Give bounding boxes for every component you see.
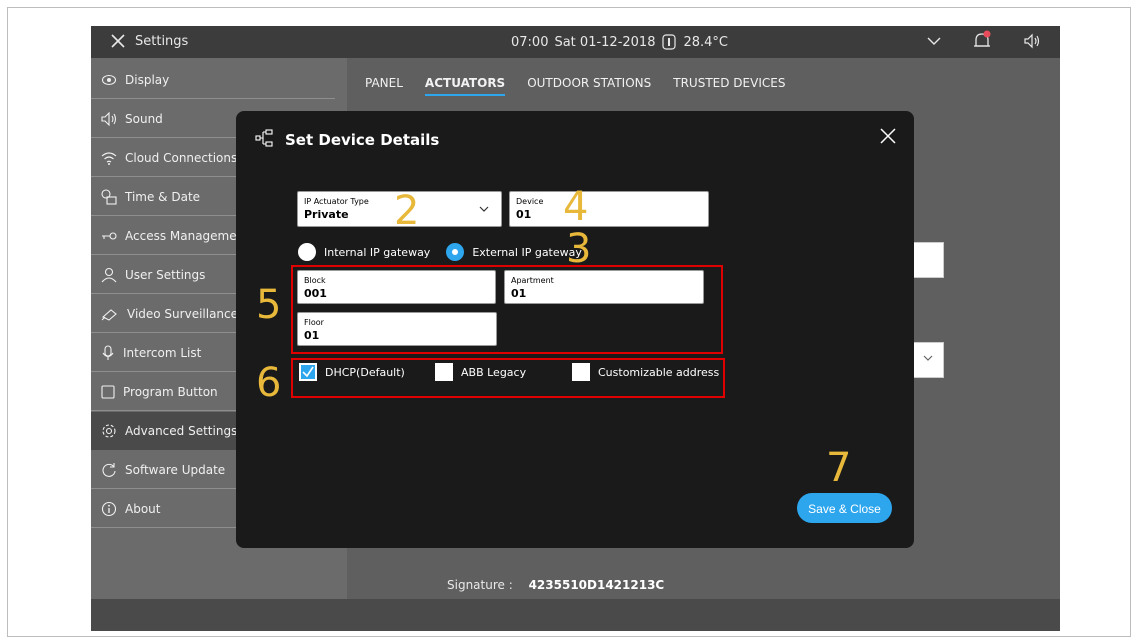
status-date: Sat 01-12-2018 xyxy=(554,34,656,50)
chevron-down-icon[interactable] xyxy=(927,35,941,47)
field-value: Private xyxy=(304,208,349,221)
close-icon[interactable] xyxy=(109,32,127,50)
annotation-number: 6 xyxy=(256,360,282,406)
checkbox-label: Customizable address xyxy=(598,365,720,379)
status-center: 07:00 Sat 01-12-2018 28.4°C xyxy=(511,34,728,50)
sidebar-item-label: Software Update xyxy=(125,462,226,477)
checkbox[interactable] xyxy=(299,363,317,381)
field-value: 001 xyxy=(304,287,327,300)
sidebar-item-label: Program Button xyxy=(123,384,218,399)
checkbox-customizable-address[interactable]: Customizable address xyxy=(572,363,719,381)
field-label: Device xyxy=(516,197,544,206)
checkmark-icon xyxy=(302,366,314,378)
checkbox-abb-legacy[interactable]: ABB Legacy xyxy=(435,363,526,381)
field-value: 01 xyxy=(304,329,320,342)
dialog-title: Set Device Details xyxy=(285,131,440,149)
microphone-icon xyxy=(102,344,114,360)
network-tree-icon xyxy=(255,129,273,147)
refresh-icon xyxy=(102,462,116,477)
radio-label: Internal IP gateway xyxy=(324,245,431,259)
field-label: Block xyxy=(304,276,326,285)
signature-value: 4235510D1421213C xyxy=(528,578,665,592)
bottom-bar xyxy=(91,599,1060,631)
checkbox-label: DHCP(Default) xyxy=(325,365,405,379)
checkbox[interactable] xyxy=(572,363,590,381)
camera-icon xyxy=(101,308,117,321)
status-temperature: 28.4°C xyxy=(683,34,728,50)
annotation-number: 4 xyxy=(563,184,589,230)
key-icon xyxy=(102,231,117,240)
tab-bar: PANEL ACTUATORS OUTDOOR STATIONS TRUSTED… xyxy=(365,76,785,96)
tab-actuators[interactable]: ACTUATORS xyxy=(424,76,506,96)
chevron-down-icon xyxy=(923,355,933,361)
device-field[interactable]: Device 01 xyxy=(509,191,709,227)
annotation-number: 3 xyxy=(566,226,592,272)
user-icon xyxy=(101,267,117,282)
wifi-icon xyxy=(101,151,117,165)
field-value: 01 xyxy=(516,208,532,221)
speaker-icon xyxy=(101,111,117,126)
signature-row: Signature : 4235510D1421213C xyxy=(447,578,664,592)
set-device-details-dialog: Set Device Details IP Actuator Type Priv… xyxy=(236,111,914,548)
background-select xyxy=(912,342,944,378)
clock-icon xyxy=(101,188,117,205)
sidebar-item-label: About xyxy=(125,501,161,516)
tab-trusted-devices[interactable]: TRUSTED DEVICES xyxy=(673,76,785,96)
floor-field[interactable]: Floor 01 xyxy=(297,312,497,346)
sidebar-item-label: User Settings xyxy=(125,267,206,282)
checkbox-dhcp[interactable]: DHCP(Default) xyxy=(299,363,405,381)
field-value: 01 xyxy=(511,287,527,300)
checkbox-label: ABB Legacy xyxy=(461,365,527,379)
block-field[interactable]: Block 001 xyxy=(297,270,496,304)
sidebar-item-label: Advanced Settings xyxy=(125,423,238,438)
info-icon xyxy=(101,501,117,516)
speaker-icon[interactable] xyxy=(1023,33,1041,49)
field-label: Apartment xyxy=(511,276,554,285)
sidebar-item-label: Intercom List xyxy=(123,345,202,360)
tab-outdoor-stations[interactable]: OUTDOOR STATIONS xyxy=(527,76,651,96)
signature-label: Signature : xyxy=(447,578,513,592)
gear-icon xyxy=(102,423,116,438)
tab-panel[interactable]: PANEL xyxy=(365,76,403,96)
radio-external-ip-gateway[interactable] xyxy=(446,243,465,261)
sidebar-item-label: Time & Date xyxy=(125,189,201,204)
thermometer-icon xyxy=(662,34,677,50)
field-label: IP Actuator Type xyxy=(304,197,369,206)
background-input xyxy=(912,242,944,278)
annotation-number: 5 xyxy=(256,282,282,328)
eye-icon xyxy=(101,74,117,85)
field-label: Floor xyxy=(304,318,324,327)
status-bar: Settings 07:00 Sat 01-12-2018 28.4°C xyxy=(91,26,1060,58)
chevron-down-icon xyxy=(479,206,489,212)
close-icon[interactable] xyxy=(879,127,897,145)
square-icon xyxy=(101,384,115,399)
annotation-number: 2 xyxy=(394,188,420,234)
checkbox[interactable] xyxy=(435,363,453,381)
save-close-button[interactable]: Save & Close xyxy=(797,493,892,523)
status-time: 07:00 xyxy=(511,34,549,50)
radio-internal-ip-gateway[interactable] xyxy=(298,243,316,261)
sidebar-item-display[interactable]: Display xyxy=(91,61,335,99)
sidebar-item-label: Display xyxy=(125,72,170,87)
bell-icon[interactable] xyxy=(971,30,993,52)
annotation-number: 7 xyxy=(826,445,852,491)
sidebar-item-label: Cloud Connections xyxy=(125,150,238,165)
apartment-field[interactable]: Apartment 01 xyxy=(504,270,704,304)
gateway-radio-group: Internal IP gateway External IP gateway xyxy=(298,243,598,261)
sidebar-item-label: Sound xyxy=(125,111,163,126)
sidebar-item-label: Access Manageme xyxy=(125,228,237,243)
settings-title: Settings xyxy=(135,34,189,49)
sidebar-item-label: Video Surveillance xyxy=(127,306,239,321)
